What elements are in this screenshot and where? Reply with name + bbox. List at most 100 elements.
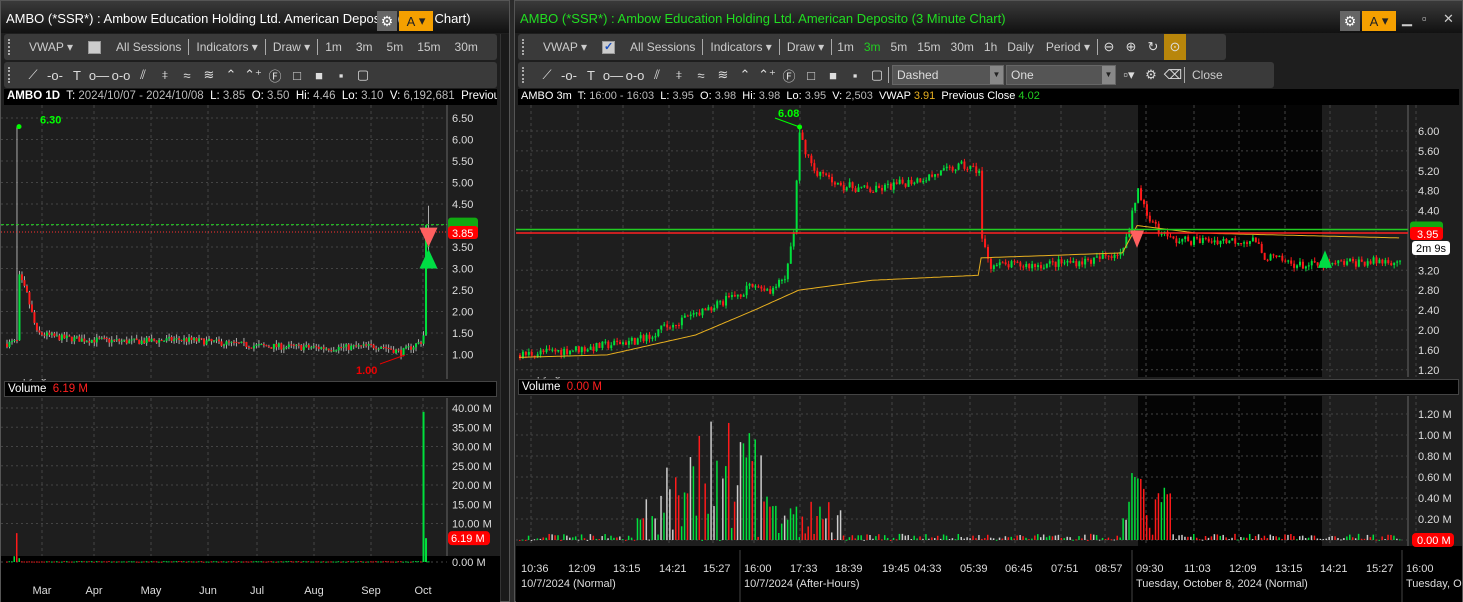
minimize-button[interactable]: ▁: [1402, 11, 1412, 27]
period-dropdown[interactable]: Period ▾: [1039, 40, 1097, 54]
watermark-line: ProCharts Powered by TradeZero: [523, 354, 688, 366]
zoom-in-icon[interactable]: ⊕: [1120, 39, 1142, 55]
drawing-toolbar: ⟋ -o- To— o-o ⫽ ⧧ ≈ ≋ ⌃ ⌃⁺ Ⓕ □ ■ ▪ ▢ Dashed ▼ One ▼ ▫▾ ⚙…: [518, 62, 1274, 88]
low-value: 3.95: [804, 90, 827, 102]
round-fill-icon[interactable]: ▪: [330, 68, 352, 83]
o-label: O:: [700, 90, 712, 102]
lo-label: Lo:: [786, 90, 802, 102]
rect-fill-icon[interactable]: ■: [822, 68, 844, 83]
period-1m[interactable]: 1m: [832, 40, 859, 54]
period-3m[interactable]: 3m: [859, 40, 886, 54]
horizontal-ray-icon[interactable]: -o-: [44, 68, 66, 83]
grip-handle[interactable]: [522, 39, 530, 55]
fib-icon[interactable]: ≈: [176, 68, 198, 83]
round-outline-icon[interactable]: ▢: [352, 67, 374, 83]
symbol-label: AMBO 3m: [521, 90, 572, 102]
period-1m[interactable]: 1m: [318, 40, 349, 54]
grip-handle[interactable]: [8, 67, 16, 83]
vertical-scrollbar[interactable]: [500, 34, 509, 601]
zigzag-icon[interactable]: ⌃: [734, 67, 756, 83]
fib-ext-icon[interactable]: ≋: [712, 67, 734, 83]
chevron-down-icon: ▼: [990, 66, 1003, 84]
v-label: V:: [389, 90, 401, 102]
vwap-dropdown[interactable]: VWAP ▾: [536, 40, 594, 54]
fib-icon[interactable]: ≈: [690, 68, 712, 83]
segment-icon[interactable]: o-o: [110, 68, 132, 83]
period-15m[interactable]: 15m: [410, 40, 447, 54]
volume-header: Volume 6.19 M: [4, 381, 497, 397]
alert-button[interactable]: A ▾: [1362, 11, 1396, 31]
reset-zoom-icon[interactable]: ↻: [1142, 39, 1164, 55]
indicators-dropdown[interactable]: Indicators ▾: [189, 40, 264, 54]
vwap-label: VWAP: [543, 40, 578, 54]
zigzag-icon[interactable]: ⌃: [220, 67, 242, 83]
lo-label: Lo:: [341, 90, 358, 102]
ray-icon[interactable]: o—: [88, 68, 110, 83]
window-title: AMBO (*SSR*) : Ambow Education Holding L…: [520, 11, 1006, 26]
zoom-out-icon[interactable]: ⊖: [1098, 39, 1120, 55]
channel-icon[interactable]: ⧧: [668, 67, 690, 83]
all-sessions-label[interactable]: All Sessions: [109, 40, 188, 54]
settings-icon[interactable]: ⚙: [1140, 67, 1162, 83]
fib-circle-icon[interactable]: Ⓕ: [778, 66, 800, 85]
period-30m[interactable]: 30m: [448, 40, 485, 54]
draw-dropdown[interactable]: Draw ▾: [266, 40, 317, 54]
grip-handle[interactable]: [8, 39, 16, 55]
symbol-label: AMBO 1D: [7, 90, 61, 102]
rect-outline-icon[interactable]: □: [286, 68, 308, 83]
line-style-select[interactable]: Dashed ▼: [892, 65, 1004, 85]
volume-label: Volume: [522, 381, 561, 393]
period-1h[interactable]: 1h: [979, 40, 1002, 54]
indicators-dropdown[interactable]: Indicators ▾: [703, 40, 778, 54]
all-sessions-label[interactable]: All Sessions: [623, 40, 702, 54]
ray-icon[interactable]: o—: [602, 68, 624, 83]
close-window-button[interactable]: ✕: [1443, 11, 1454, 27]
channel-icon[interactable]: ⧧: [154, 67, 176, 83]
period-5m[interactable]: 5m: [380, 40, 411, 54]
period-daily[interactable]: Daily: [1002, 40, 1039, 54]
trend-line-icon[interactable]: ⟋: [22, 67, 44, 83]
trend-line-icon[interactable]: ⟋: [536, 67, 558, 83]
fib-circle-icon[interactable]: Ⓕ: [264, 66, 286, 85]
gear-icon[interactable]: ⚙: [1340, 11, 1360, 31]
eraser-icon[interactable]: ⌫: [1162, 67, 1184, 83]
sessions-checkbox[interactable]: ✓: [602, 40, 616, 54]
vwap-label: VWAP: [29, 40, 64, 54]
segment-icon[interactable]: o-o: [624, 68, 646, 83]
high-value: 4.46: [313, 90, 336, 102]
gear-icon[interactable]: ⚙: [377, 11, 397, 31]
round-fill-icon[interactable]: ▪: [844, 68, 866, 83]
indicators-label: Indicators: [710, 40, 763, 54]
zoom-select-icon[interactable]: ⊙: [1163, 34, 1186, 60]
text-icon[interactable]: T: [66, 68, 88, 83]
draw-dropdown[interactable]: Draw ▾: [780, 40, 831, 54]
sessions-checkbox[interactable]: [88, 40, 102, 54]
alert-label: A: [1369, 13, 1379, 29]
grip-handle[interactable]: [522, 67, 530, 83]
round-outline-icon[interactable]: ▢: [866, 67, 888, 83]
horizontal-ray-icon[interactable]: -o-: [558, 68, 580, 83]
fib-ext-icon[interactable]: ≋: [198, 67, 220, 83]
vwap-dropdown[interactable]: VWAP ▾: [22, 40, 80, 54]
previous-close-label: Previous Close: [941, 90, 1016, 102]
text-icon[interactable]: T: [580, 68, 602, 83]
main-toolbar: VWAP ▾ All Sessions Indicators ▾ Draw ▾ …: [4, 34, 497, 60]
period-30m[interactable]: 30m: [946, 40, 979, 54]
period-15m[interactable]: 15m: [912, 40, 945, 54]
period-3m[interactable]: 3m: [349, 40, 380, 54]
zigzag-plus-icon[interactable]: ⌃⁺: [242, 67, 264, 83]
color-picker-icon[interactable]: ▫▾: [1118, 67, 1140, 83]
maximize-button[interactable]: ▫: [1422, 11, 1427, 26]
close-drawing-button[interactable]: Close: [1185, 68, 1230, 82]
high-value: 3.98: [758, 90, 781, 102]
rect-outline-icon[interactable]: □: [800, 68, 822, 83]
o-label: O:: [251, 90, 264, 102]
parallel-icon[interactable]: ⫽: [646, 67, 668, 83]
period-5m[interactable]: 5m: [886, 40, 913, 54]
zigzag-plus-icon[interactable]: ⌃⁺: [756, 67, 778, 83]
rect-fill-icon[interactable]: ■: [308, 68, 330, 83]
time-range: 2024/10/07 - 2024/10/08: [78, 90, 204, 102]
line-width-select[interactable]: One ▼: [1006, 65, 1116, 85]
parallel-icon[interactable]: ⫽: [132, 67, 154, 83]
alert-button[interactable]: A ▾: [399, 11, 433, 31]
